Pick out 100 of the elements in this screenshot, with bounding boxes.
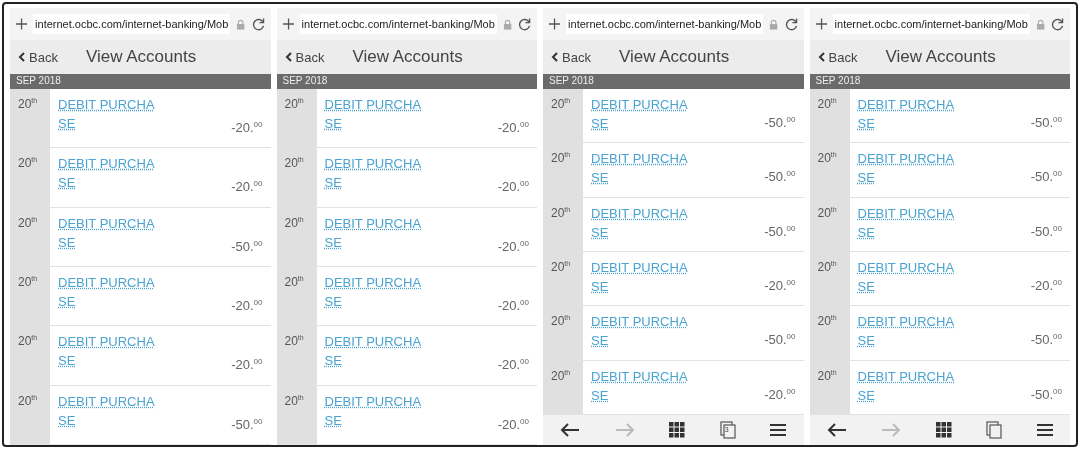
plus-icon[interactable] bbox=[549, 18, 561, 30]
transaction-amount: -20.$^{00}$ bbox=[497, 357, 529, 373]
back-button[interactable]: Back bbox=[551, 49, 591, 65]
transaction-amount: -20.$^{00}$ bbox=[497, 179, 529, 195]
menu-icon[interactable] bbox=[770, 424, 787, 436]
menu-icon[interactable] bbox=[1036, 424, 1053, 436]
transaction-date: 20$^{th}$ bbox=[10, 267, 50, 326]
plus-icon[interactable] bbox=[815, 18, 827, 30]
transaction-link[interactable]: DEBIT PURCHA SE bbox=[58, 213, 155, 252]
transaction-link[interactable]: DEBIT PURCHA SE bbox=[857, 366, 955, 405]
transaction-date: 20$^{th}$ bbox=[276, 326, 317, 385]
transaction-link[interactable]: DEBIT PURCHA SE bbox=[591, 95, 688, 133]
transaction-amount: -20.$^{00}$ bbox=[1030, 278, 1062, 294]
transaction-date: 20$^{th}$ bbox=[10, 207, 50, 266]
transaction-link[interactable]: DEBIT PURCHA SE bbox=[591, 203, 688, 242]
transaction-date: 20$^{th}$ bbox=[276, 267, 317, 326]
page-title: View Accounts bbox=[85, 47, 197, 67]
transaction-link[interactable]: DEBIT PURCHA SE bbox=[591, 312, 688, 351]
transaction-link[interactable]: DEBIT PURCHA SE bbox=[857, 258, 955, 296]
month-header: SEP 2018 bbox=[543, 74, 804, 89]
transaction-link[interactable]: DEBIT PURCHA SE bbox=[58, 273, 155, 311]
transaction-date: 20$^{th}$ bbox=[543, 89, 583, 143]
transaction-link[interactable]: DEBIT PURCHA SE bbox=[857, 312, 955, 351]
transaction-amount: -50.$^{00}$ bbox=[764, 332, 796, 348]
month-header: SEP 2018 bbox=[809, 74, 1070, 89]
back-button[interactable]: Back bbox=[284, 49, 325, 65]
transaction-date: 20$^{th}$ bbox=[10, 385, 50, 444]
transaction-amount: -20.$^{00}$ bbox=[497, 238, 529, 254]
url-field[interactable]: internet.ocbc.com/internet-banking/Mob bbox=[299, 14, 497, 34]
plus-icon[interactable] bbox=[282, 18, 294, 30]
transaction-date: 20$^{th}$ bbox=[809, 306, 850, 360]
lock-icon bbox=[1035, 18, 1046, 30]
chevron-left-icon bbox=[18, 52, 25, 62]
transaction-amount: -50.$^{00}$ bbox=[1030, 169, 1062, 185]
transaction-amount: -20.$^{00}$ bbox=[497, 298, 529, 314]
month-header: SEP 2018 bbox=[10, 74, 271, 89]
transaction-link[interactable]: DEBIT PURCHA SE bbox=[591, 366, 688, 405]
transaction-date: 20$^{th}$ bbox=[10, 89, 50, 148]
transaction-amount: -50.$^{00}$ bbox=[764, 223, 796, 239]
transaction-link[interactable]: DEBIT PURCHA SE bbox=[324, 332, 422, 371]
transaction-date: 20$^{th}$ bbox=[276, 207, 317, 266]
transaction-date: 20$^{th}$ bbox=[276, 89, 317, 148]
back-arrow-icon[interactable] bbox=[826, 423, 847, 437]
transaction-link[interactable]: DEBIT PURCHA SE bbox=[324, 273, 422, 311]
transaction-amount: -50.$^{00}$ bbox=[764, 115, 796, 131]
transaction-link[interactable]: DEBIT PURCHA SE bbox=[324, 154, 422, 193]
chevron-left-icon bbox=[817, 52, 825, 62]
back-button[interactable]: Back bbox=[18, 49, 58, 65]
transaction-amount: -50.$^{00}$ bbox=[231, 416, 263, 432]
transaction-amount: -20.$^{00}$ bbox=[497, 416, 529, 432]
transaction-date: 20$^{th}$ bbox=[809, 252, 850, 306]
transaction-link[interactable]: DEBIT PURCHA SE bbox=[591, 258, 688, 296]
transaction-link[interactable]: DEBIT PURCHA SE bbox=[58, 332, 155, 371]
transaction-date: 20$^{th}$ bbox=[543, 197, 583, 251]
transaction-link[interactable]: DEBIT PURCHA SE bbox=[324, 213, 422, 252]
reload-icon[interactable] bbox=[518, 17, 531, 31]
lock-icon bbox=[502, 18, 513, 30]
transaction-link[interactable]: DEBIT PURCHA SE bbox=[58, 154, 155, 193]
plus-icon[interactable] bbox=[16, 18, 28, 30]
transaction-link[interactable]: DEBIT PURCHA SE bbox=[58, 391, 155, 430]
chevron-left-icon bbox=[284, 52, 292, 62]
transaction-date: 20$^{th}$ bbox=[276, 148, 317, 207]
transaction-amount: -50.$^{00}$ bbox=[231, 238, 263, 254]
tabs-icon[interactable] bbox=[986, 421, 1003, 439]
transaction-date: 20$^{th}$ bbox=[10, 326, 50, 385]
transaction-amount: -20.$^{00}$ bbox=[231, 357, 263, 373]
page-title: View Accounts bbox=[352, 47, 463, 67]
url-field[interactable]: internet.ocbc.com/internet-banking/Mob bbox=[566, 14, 764, 34]
month-header: SEP 2018 bbox=[276, 74, 537, 89]
transaction-link[interactable]: DEBIT PURCHA SE bbox=[58, 95, 155, 133]
page-title: View Accounts bbox=[618, 47, 730, 67]
transaction-amount: -50.$^{00}$ bbox=[1030, 115, 1062, 131]
grid-icon[interactable] bbox=[669, 422, 686, 438]
url-field[interactable]: internet.ocbc.com/internet-banking/Mob bbox=[33, 14, 231, 34]
transaction-amount: -20.$^{00}$ bbox=[764, 278, 796, 294]
transaction-amount: -20.$^{00}$ bbox=[231, 179, 263, 195]
back-arrow-icon[interactable] bbox=[560, 423, 581, 437]
reload-icon[interactable] bbox=[251, 17, 265, 31]
back-button[interactable]: Back bbox=[817, 49, 858, 65]
transaction-amount: -20.$^{00}$ bbox=[231, 120, 263, 136]
reload-icon[interactable] bbox=[1051, 17, 1064, 31]
transaction-link[interactable]: DEBIT PURCHA SE bbox=[324, 391, 422, 430]
url-field[interactable]: internet.ocbc.com/internet-banking/Mob bbox=[832, 14, 1030, 34]
page-title: View Accounts bbox=[885, 47, 996, 67]
transaction-link[interactable]: DEBIT PURCHA SE bbox=[857, 203, 955, 242]
transaction-date: 20$^{th}$ bbox=[543, 360, 583, 414]
transaction-link[interactable]: DEBIT PURCHA SE bbox=[857, 149, 955, 188]
lock-icon bbox=[236, 18, 246, 30]
transaction-date: 20$^{th}$ bbox=[543, 306, 583, 360]
transaction-amount: -50.$^{00}$ bbox=[1030, 386, 1062, 402]
transaction-amount: -20.$^{00}$ bbox=[231, 298, 263, 314]
transaction-link[interactable]: DEBIT PURCHA SE bbox=[857, 95, 955, 133]
reload-icon[interactable] bbox=[784, 17, 798, 31]
transaction-date: 20$^{th}$ bbox=[809, 197, 850, 251]
transaction-link[interactable]: DEBIT PURCHA SE bbox=[591, 149, 688, 188]
transaction-amount: -50.$^{00}$ bbox=[1030, 223, 1062, 239]
transaction-date: 20$^{th}$ bbox=[276, 385, 317, 444]
transaction-link[interactable]: DEBIT PURCHA SE bbox=[324, 95, 422, 133]
grid-icon[interactable] bbox=[935, 422, 952, 438]
transaction-date: 20$^{th}$ bbox=[543, 252, 583, 306]
